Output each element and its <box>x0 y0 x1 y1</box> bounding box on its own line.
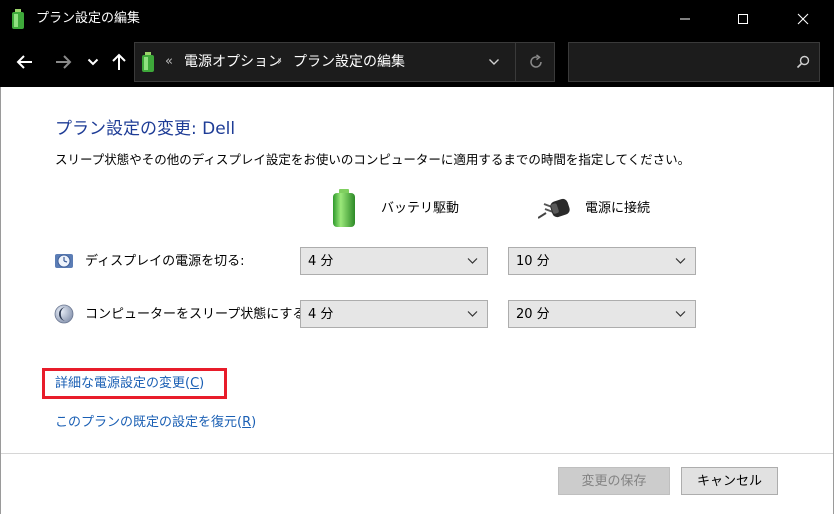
search-icon <box>796 55 810 69</box>
save-button[interactable]: 変更の保存 <box>558 467 670 495</box>
minimize-button[interactable] <box>662 0 708 37</box>
select-value: 20 分 <box>516 306 550 322</box>
advanced-power-settings-link[interactable]: 詳細な電源設定の変更(C) <box>55 375 204 392</box>
select-value: 4 分 <box>308 306 334 322</box>
display-off-plugged-select[interactable]: 10 分 <box>508 247 696 275</box>
cancel-button[interactable]: キャンセル <box>681 467 778 495</box>
breadcrumb-separator[interactable]: › <box>277 53 282 71</box>
recent-locations-button[interactable] <box>84 50 102 74</box>
battery-icon <box>333 189 355 227</box>
breadcrumb-edit-plan[interactable]: プラン設定の編集 <box>293 53 405 71</box>
refresh-icon <box>529 54 542 68</box>
maximize-icon <box>738 13 748 24</box>
chevron-down-icon <box>675 258 686 264</box>
link-text: 詳細な電源設定の変更( <box>55 376 191 391</box>
power-plug-icon <box>538 198 570 219</box>
chevron-down-icon <box>675 311 686 317</box>
display-off-label: ディスプレイの電源を切る: <box>85 254 245 269</box>
display-power-icon <box>55 254 73 268</box>
select-value: 4 分 <box>308 253 334 269</box>
minimize-icon <box>680 18 690 19</box>
up-button[interactable] <box>108 50 130 74</box>
power-options-battery-icon <box>12 9 24 29</box>
select-value: 10 分 <box>516 253 550 269</box>
arrow-up-icon <box>112 53 126 70</box>
forward-button[interactable] <box>50 50 76 74</box>
arrow-left-icon <box>16 55 32 69</box>
link-text: このプランの既定の設定を復元( <box>55 415 243 430</box>
chevron-down-icon <box>489 59 499 65</box>
refresh-button[interactable] <box>515 42 555 82</box>
window-title: プラン設定の編集 <box>36 11 141 26</box>
access-key: C <box>190 376 200 391</box>
arrow-right-icon <box>56 55 72 69</box>
plugged-column-label: 電源に接続 <box>585 200 651 216</box>
link-text-end: ) <box>199 376 205 391</box>
address-history-button[interactable] <box>484 50 504 74</box>
page-description: スリープ状態やその他のディスプレイ設定をお使いのコンピューターに適用するまでの時… <box>55 152 691 167</box>
back-button[interactable] <box>12 50 38 74</box>
display-off-battery-select[interactable]: 4 分 <box>300 247 488 275</box>
search-input[interactable] <box>568 42 820 82</box>
battery-column-header: バッテリ駆動 <box>330 188 459 228</box>
chevron-down-icon <box>87 58 99 66</box>
sleep-moon-icon <box>54 304 74 324</box>
sleep-battery-select[interactable]: 4 分 <box>300 300 488 328</box>
sleep-label: コンピューターをスリープ状態にする: <box>85 307 310 322</box>
link-text-end: ) <box>251 415 257 430</box>
maximize-button[interactable] <box>720 0 766 37</box>
chevron-down-icon <box>467 311 478 317</box>
footer-divider <box>1 453 833 454</box>
close-button[interactable] <box>780 0 826 37</box>
chevron-down-icon <box>467 258 478 264</box>
sleep-plugged-select[interactable]: 20 分 <box>508 300 696 328</box>
restore-defaults-link[interactable]: このプランの既定の設定を復元(R) <box>55 414 256 431</box>
power-options-battery-icon <box>142 52 154 72</box>
plugged-column-header: 電源に接続 <box>538 188 650 228</box>
close-icon <box>797 13 809 24</box>
page-title: プラン設定の変更: Dell <box>55 119 236 139</box>
battery-column-label: バッテリ駆動 <box>381 200 460 216</box>
breadcrumb-power-options[interactable]: 電源オプション <box>184 53 282 71</box>
access-key: R <box>242 415 252 430</box>
breadcrumb-overflow[interactable]: « <box>165 53 173 71</box>
title-bar: プラン設定の編集 <box>0 0 834 37</box>
